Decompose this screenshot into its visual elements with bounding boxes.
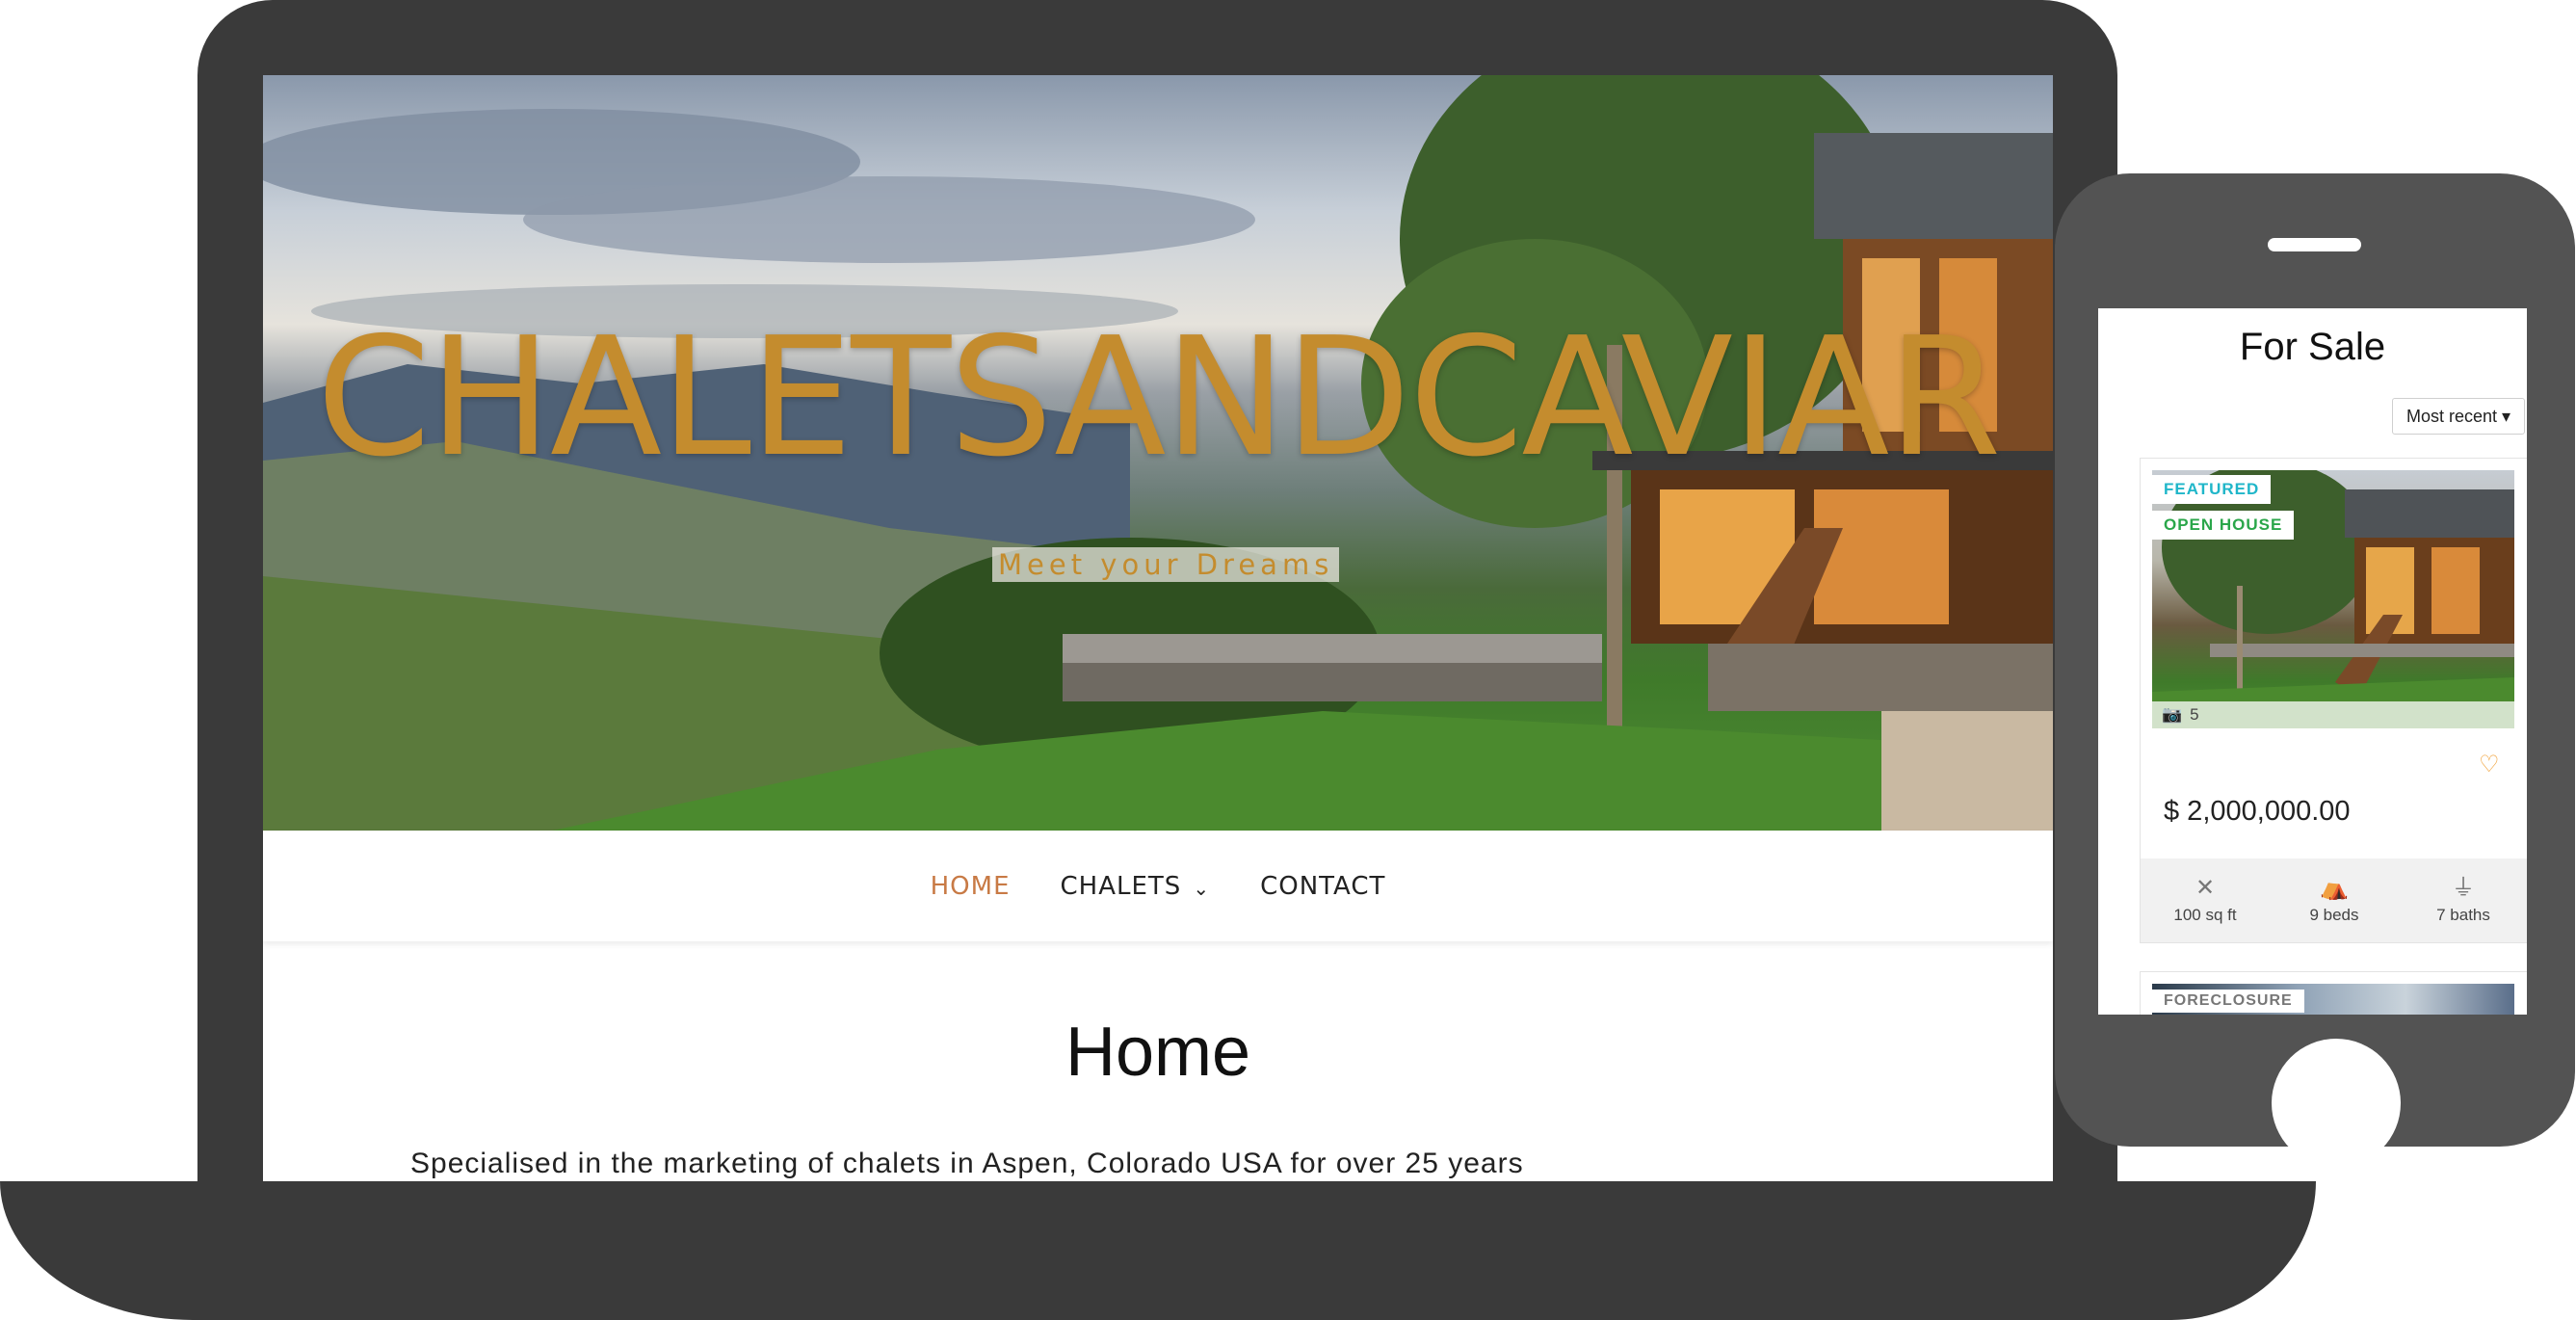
nav-item-contact[interactable]: CONTACT [1260, 872, 1385, 901]
camera-icon: 📷 [2162, 705, 2183, 724]
laptop-screen: CHALETSANDCAVIAR Meet your Dreams HOME C… [263, 75, 2053, 1181]
page-intro-text: Specialised in the marketing of chalets … [410, 1148, 1524, 1179]
site-tagline: Meet your Dreams [992, 547, 1340, 582]
stat-label: 9 beds [2309, 905, 2359, 924]
bed-icon: ⛺ [2320, 874, 2349, 901]
nav-item-home[interactable]: HOME [931, 872, 1011, 901]
stat-beds: ⛺ 9 beds [2270, 858, 2399, 942]
sort-dropdown[interactable]: Most recent ▾ [2392, 398, 2525, 435]
listing-card[interactable]: FEATURED OPEN HOUSE 📷 5 ♡ $ 2,000,000.00… [2140, 458, 2527, 943]
hero-banner: CHALETSANDCAVIAR Meet your Dreams [263, 75, 2053, 831]
stat-area: ✕ 100 sq ft [2141, 858, 2270, 942]
listing-image[interactable]: FEATURED OPEN HOUSE 📷 5 [2152, 470, 2514, 728]
listing-stats: ✕ 100 sq ft ⛺ 9 beds ⏚ 7 baths [2141, 858, 2527, 942]
phone-home-button[interactable] [2272, 1039, 2401, 1168]
nav-item-label: HOME [930, 871, 1011, 901]
nav-item-label: CHALETS [1060, 871, 1182, 901]
stat-label: 7 baths [2436, 905, 2490, 924]
listing-price: $ 2,000,000.00 [2164, 796, 2351, 827]
photo-count-bar: 📷 5 [2152, 701, 2514, 728]
featured-badge: FEATURED [2152, 475, 2272, 504]
shower-icon: ⏚ [2452, 874, 2475, 901]
area-icon: ✕ [2195, 874, 2216, 901]
foreclosure-badge: FORECLOSURE [2152, 990, 2304, 1013]
chevron-down-icon: ⌄ [1193, 876, 1211, 900]
phone-speaker [2268, 238, 2361, 251]
stat-baths: ⏚ 7 baths [2399, 858, 2527, 942]
listing-house-image [2152, 470, 2514, 728]
page-title: Home [1065, 1014, 1251, 1091]
stat-label: 100 sq ft [2173, 905, 2237, 924]
nav-item-label: CONTACT [1260, 871, 1386, 901]
phone-screen: For Sale Most recent ▾ FEATURED OPEN HOU… [2098, 308, 2527, 1015]
photo-count: 5 [2190, 705, 2199, 724]
listings-title: For Sale [2239, 326, 2386, 368]
site-title: CHALETSANDCAVIAR [316, 303, 2001, 493]
listing-image[interactable]: FORECLOSURE [2152, 984, 2514, 1015]
nav-item-chalets[interactable]: CHALETS ⌄ [1061, 872, 1211, 901]
main-navigation: HOME CHALETS ⌄ CONTACT [263, 831, 2053, 941]
listing-card[interactable]: FORECLOSURE [2140, 971, 2527, 1015]
laptop-base [0, 1181, 2316, 1320]
open-house-badge: OPEN HOUSE [2152, 511, 2295, 540]
heart-icon[interactable]: ♡ [2479, 751, 2500, 779]
